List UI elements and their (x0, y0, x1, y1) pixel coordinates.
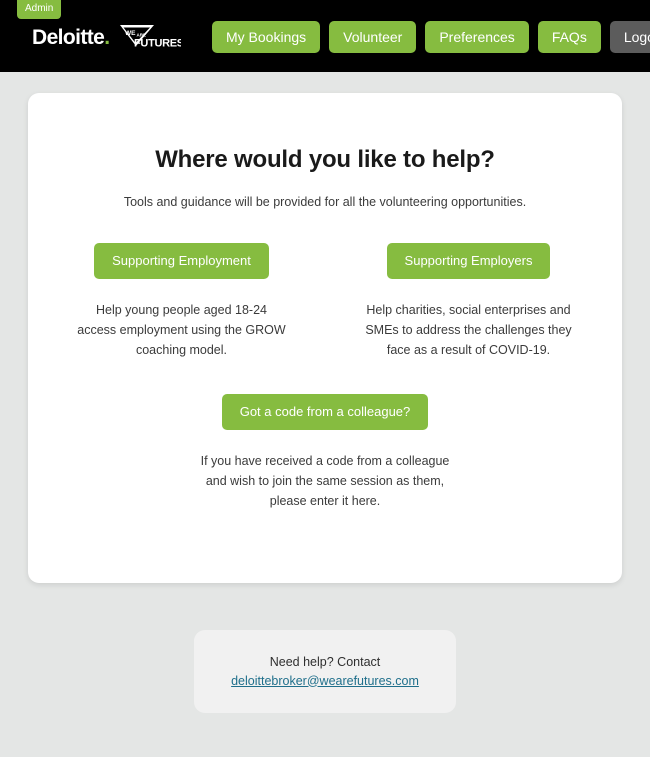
svg-text:WE: WE (125, 30, 136, 37)
svg-text:FUTURES: FUTURES (134, 38, 181, 50)
page-title: Where would you like to help? (155, 146, 495, 173)
contact-email-link[interactable]: deloittebroker@wearefutures.com (231, 672, 419, 691)
contact-help-box: Need help? Contact deloittebroker@wearef… (194, 630, 456, 713)
options-row: Supporting Employment Help young people … (28, 243, 622, 360)
nav-button-volunteer[interactable]: Volunteer (329, 21, 417, 53)
we-are-futures-logo-icon: WE ARE FUTURES (118, 24, 181, 50)
colleague-code-section: Got a code from a colleague? If you have… (28, 394, 622, 511)
contact-help-label: Need help? Contact (269, 654, 381, 669)
colleague-code-description: If you have received a code from a colle… (200, 454, 450, 508)
option-supporting-employers: Supporting Employers Help charities, soc… (325, 243, 612, 360)
admin-badge[interactable]: Admin (17, 0, 62, 19)
brand-logo[interactable]: Deloitte. WE ARE FUTURES (32, 23, 181, 51)
supporting-employment-button[interactable]: Supporting Employment (94, 243, 269, 279)
main-content-card: Where would you like to help? Tools and … (28, 93, 622, 583)
site-header: Admin Deloitte. WE ARE FUTURES My Bookin… (0, 0, 650, 72)
nav-button-faqs[interactable]: FAQs (537, 21, 601, 53)
primary-navigation: My Bookings Volunteer Preferences FAQs L… (212, 21, 650, 53)
nav-button-logout[interactable]: Logout (609, 21, 650, 53)
colleague-code-button[interactable]: Got a code from a colleague? (221, 394, 429, 430)
supporting-employers-button[interactable]: Supporting Employers (386, 243, 551, 279)
supporting-employment-description: Help young people aged 18-24 access empl… (77, 303, 286, 357)
nav-button-my-bookings[interactable]: My Bookings (212, 21, 321, 53)
option-supporting-employment: Supporting Employment Help young people … (38, 243, 325, 360)
supporting-employers-description: Help charities, social enterprises and S… (365, 303, 572, 357)
page-subtitle: Tools and guidance will be provided for … (123, 195, 527, 209)
deloitte-green-dot: . (104, 25, 110, 49)
nav-button-preferences[interactable]: Preferences (425, 21, 529, 53)
deloitte-wordmark: Deloitte. (32, 25, 110, 49)
deloitte-text: Deloitte (32, 25, 105, 49)
